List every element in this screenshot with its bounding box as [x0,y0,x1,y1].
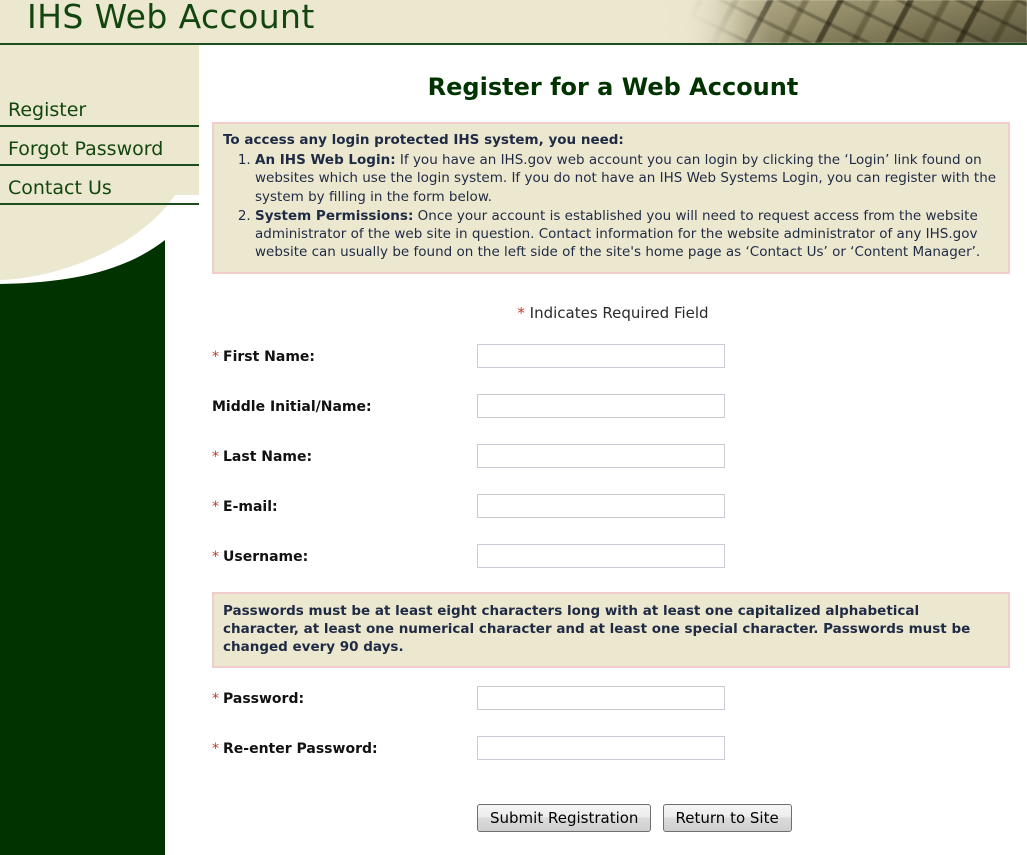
form-actions: Submit Registration Return to Site [199,803,1027,832]
form-row-password: * Password: [199,678,1027,728]
required-asterisk: * [212,498,219,515]
page-title: Register for a Web Account [427,73,799,101]
return-to-site-button[interactable]: Return to Site [662,803,792,832]
form-row-first-name: * First Name: [199,336,1027,386]
notice-heading: To access any login protected IHS system… [223,132,624,148]
middle-name-label: Middle Initial/Name: [212,398,372,415]
email-input[interactable] [477,493,725,518]
notice-item-bold: An IHS Web Login: [255,152,396,169]
first-name-label: * First Name: [212,348,316,365]
required-note-text: Indicates Required Field [524,303,709,322]
required-asterisk: * [212,740,219,757]
form-row-middle-name: Middle Initial/Name: [199,386,1027,436]
sidebar-item-contact-us[interactable]: Contact Us [0,166,199,205]
required-asterisk: * [212,548,219,565]
form-row-last-name: * Last Name: [199,436,1027,486]
sidebar-item-label: Contact Us [8,177,112,199]
last-name-label: * Last Name: [212,448,313,465]
username-label: * Username: [212,548,309,565]
notice-list-item: System Permissions: Once your account is… [255,207,998,262]
username-input[interactable] [477,543,725,568]
required-asterisk: * [517,303,525,322]
password-requirements-notice: Passwords must be at least eight charact… [212,591,1010,668]
first-name-input[interactable] [477,343,725,368]
password-label: * Password: [212,690,305,707]
middle-name-input[interactable] [477,393,725,418]
sidebar-item-label: Forgot Password [8,138,164,160]
sidebar-item-forgot-password[interactable]: Forgot Password [0,127,199,166]
sidebar: Register Forgot Password Contact Us [0,45,199,855]
form-row-confirm-password: * Re-enter Password: [199,728,1027,778]
main-content: Register for a Web Account To access any… [199,45,1027,855]
password-input[interactable] [477,685,725,710]
notice-item-bold: System Permissions: [255,207,414,224]
site-header: IHS Web Account [0,0,1027,44]
site-title: IHS Web Account [27,0,315,36]
notice-list: An IHS Web Login: If you have an IHS.gov… [223,151,998,261]
form-row-username: * Username: [199,536,1027,586]
confirm-password-label: * Re-enter Password: [212,740,378,757]
confirm-password-input[interactable] [477,735,725,760]
form-row-email: * E-mail: [199,486,1027,536]
submit-registration-button[interactable]: Submit Registration [477,803,652,832]
last-name-input[interactable] [477,443,725,468]
required-asterisk: * [212,690,219,707]
photo-fade-overlay [627,0,747,43]
sidebar-item-label: Register [8,99,87,121]
notice-list-item: An IHS Web Login: If you have an IHS.gov… [255,151,998,206]
access-requirements-notice: To access any login protected IHS system… [212,122,1010,274]
required-asterisk: * [212,348,219,365]
required-asterisk: * [212,448,219,465]
sidebar-item-register[interactable]: Register [0,88,199,127]
registration-form: * First Name: Middle Initial/Name: * Last … [199,336,1027,832]
required-field-note: * Indicates Required Field [199,304,1027,322]
email-label: * E-mail: [212,498,278,515]
sidebar-green-column [0,310,165,855]
keyboard-photo [627,0,1027,43]
